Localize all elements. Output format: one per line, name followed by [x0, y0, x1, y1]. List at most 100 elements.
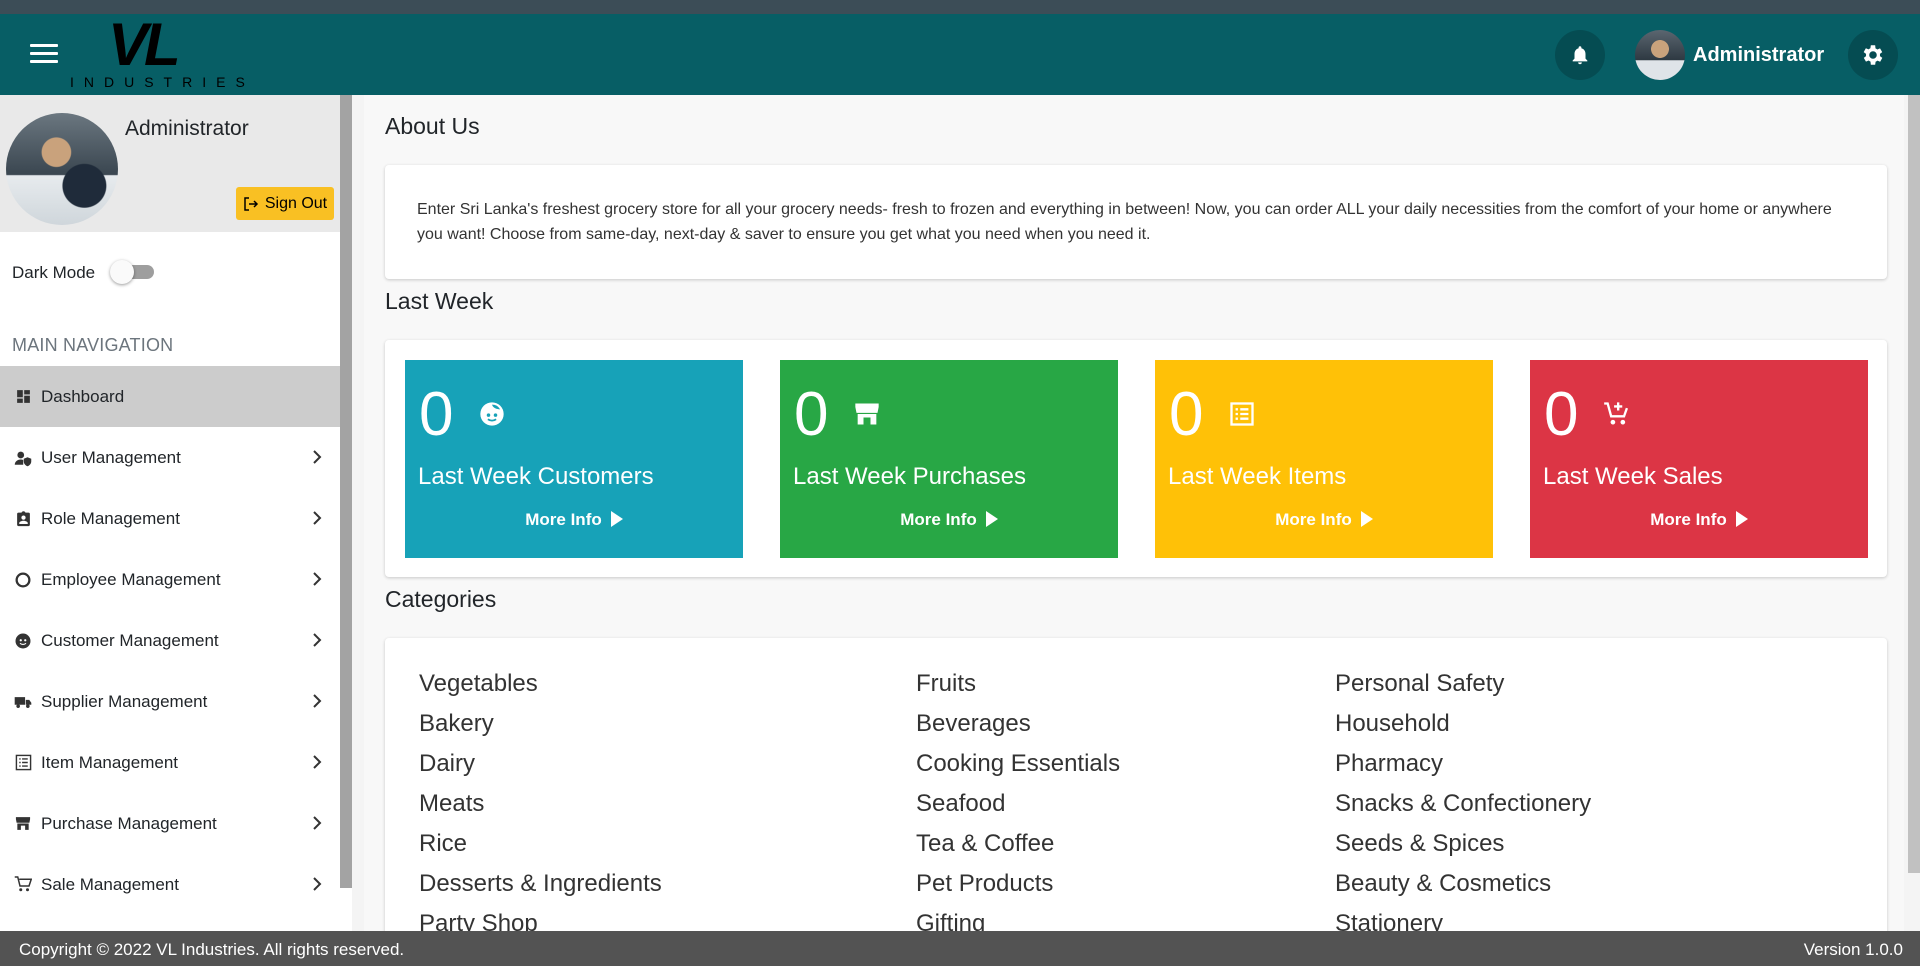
main-navigation: Dashboard User Management Role Managemen…	[0, 366, 352, 915]
header-avatar[interactable]	[1635, 30, 1685, 80]
sign-out-button[interactable]: Sign Out	[236, 187, 334, 220]
category-item[interactable]: Beauty & Cosmetics	[1335, 870, 1551, 898]
avatar	[6, 113, 118, 225]
add-cart-icon	[1604, 402, 1629, 425]
list-icon	[14, 754, 32, 772]
stat-value: 0	[419, 380, 454, 449]
page-scrollbar[interactable]	[1908, 95, 1920, 873]
sidebar-item-user-management[interactable]: User Management	[0, 427, 352, 488]
dashboard-icon	[14, 388, 32, 406]
dark-mode-label: Dark Mode	[12, 263, 96, 282]
stat-label: Last Week Purchases	[793, 463, 1027, 490]
more-info-link[interactable]: More Info	[780, 510, 1118, 530]
menu-icon[interactable]	[30, 44, 58, 66]
main-content: About Us Enter Sri Lanka's freshest groc…	[364, 95, 1904, 931]
category-item[interactable]: Tea & Coffee	[916, 830, 1054, 858]
category-item[interactable]: Personal Safety	[1335, 670, 1504, 698]
chevron-right-icon	[313, 450, 322, 464]
browser-tab-strip	[0, 0, 1920, 14]
sidebar-scrollbar[interactable]	[340, 95, 352, 888]
stat-card-sales: 0 Last Week Sales More Info	[1530, 360, 1868, 558]
play-icon	[610, 511, 623, 527]
stat-label: Last Week Sales	[1543, 463, 1723, 490]
sidebar-item-label: Supplier Management	[41, 691, 208, 711]
sidebar-item-label: Item Management	[41, 752, 179, 772]
stat-label: Last Week Customers	[418, 463, 654, 490]
sidebar-profile: Administrator Sign Out	[0, 95, 352, 232]
category-item[interactable]: Desserts & Ingredients	[419, 870, 662, 898]
chevron-right-icon	[313, 877, 322, 891]
sign-out-icon	[244, 196, 258, 211]
chevron-right-icon	[313, 572, 322, 586]
sidebar-item-label: Sale Management	[41, 874, 179, 894]
category-item[interactable]: Rice	[419, 830, 467, 858]
sidebar-item-employee-management[interactable]: Employee Management	[0, 549, 352, 610]
about-card: Enter Sri Lanka's freshest grocery store…	[385, 165, 1887, 279]
category-item[interactable]: Seafood	[916, 790, 1005, 818]
stat-value: 0	[1544, 380, 1579, 449]
chevron-right-icon	[313, 755, 322, 769]
logo-main: VL	[108, 11, 181, 78]
logo[interactable]: VL INDUSTRIES	[70, 11, 245, 94]
face-icon	[480, 402, 504, 426]
notifications-button[interactable]	[1555, 30, 1605, 80]
stat-card-items: 0 Last Week Items More Info	[1155, 360, 1493, 558]
sidebar-item-supplier-management[interactable]: Supplier Management	[0, 671, 352, 732]
sidebar-item-customer-management[interactable]: Customer Management	[0, 610, 352, 671]
gear-icon	[1863, 45, 1883, 65]
category-item[interactable]: Pet Products	[916, 870, 1053, 898]
sidebar: Administrator Sign Out Dark Mode MAIN NA…	[0, 95, 352, 931]
category-item[interactable]: Seeds & Spices	[1335, 830, 1504, 858]
more-info-link[interactable]: More Info	[1155, 510, 1493, 530]
sidebar-item-label: Purchase Management	[41, 813, 217, 833]
sign-out-label: Sign Out	[264, 194, 328, 212]
category-item[interactable]: Fruits	[916, 670, 976, 698]
stat-value: 0	[794, 380, 829, 449]
about-text: Enter Sri Lanka's freshest grocery store…	[417, 201, 1832, 243]
user-shield-icon	[14, 449, 32, 467]
last-week-title: Last Week	[385, 288, 494, 314]
stat-value: 0	[1169, 380, 1204, 449]
category-item[interactable]: Bakery	[419, 710, 494, 738]
sidebar-item-purchase-management[interactable]: Purchase Management	[0, 793, 352, 854]
more-info-label: More Info	[900, 510, 977, 529]
category-item[interactable]: Cooking Essentials	[916, 750, 1120, 778]
stat-label: Last Week Items	[1168, 463, 1347, 490]
play-icon	[985, 511, 998, 527]
copyright-text: Copyright © 2022 VL Industries. All righ…	[19, 940, 405, 959]
sidebar-item-label: Role Management	[41, 508, 180, 528]
sidebar-item-label: Employee Management	[41, 569, 221, 589]
more-info-label: More Info	[525, 510, 602, 529]
sidebar-item-item-management[interactable]: Item Management	[0, 732, 352, 793]
category-item[interactable]: Dairy	[419, 750, 475, 778]
header-user-name[interactable]: Administrator	[1693, 44, 1824, 67]
more-info-link[interactable]: More Info	[405, 510, 743, 530]
categories-title: Categories	[385, 586, 497, 612]
category-item[interactable]: Stationery	[1335, 910, 1443, 931]
stat-card-purchases: 0 Last Week Purchases More Info	[780, 360, 1118, 558]
dark-mode-toggle[interactable]	[110, 260, 156, 284]
category-item[interactable]: Beverages	[916, 710, 1031, 738]
sidebar-item-sale-management[interactable]: Sale Management	[0, 854, 352, 915]
store-icon	[855, 403, 879, 425]
more-info-link[interactable]: More Info	[1530, 510, 1868, 530]
category-item[interactable]: Household	[1335, 710, 1450, 738]
chevron-right-icon	[313, 816, 322, 830]
sidebar-item-dashboard[interactable]: Dashboard	[0, 366, 352, 427]
play-icon	[1735, 511, 1748, 527]
category-item[interactable]: Meats	[419, 790, 484, 818]
footer: Copyright © 2022 VL Industries. All righ…	[0, 931, 1920, 966]
truck-icon	[14, 693, 32, 711]
version-text: Version 1.0.0	[1803, 940, 1903, 959]
category-item[interactable]: Vegetables	[419, 670, 538, 698]
settings-button[interactable]	[1848, 30, 1898, 80]
category-item[interactable]: Pharmacy	[1335, 750, 1443, 778]
about-title: About Us	[385, 113, 480, 139]
sidebar-item-role-management[interactable]: Role Management	[0, 488, 352, 549]
category-item[interactable]: Snacks & Confectionery	[1335, 790, 1591, 818]
face-icon	[14, 632, 32, 650]
store-icon	[14, 815, 32, 833]
category-item[interactable]: Party Shop	[419, 910, 538, 931]
stat-card-customers: 0 Last Week Customers More Info	[405, 360, 743, 558]
category-item[interactable]: Gifting	[916, 910, 985, 931]
